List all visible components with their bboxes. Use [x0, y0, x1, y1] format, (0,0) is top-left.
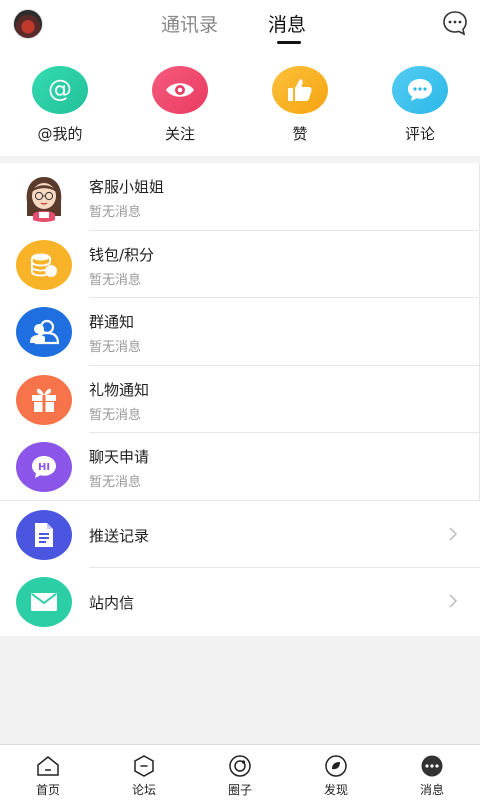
chevron-right-icon	[449, 594, 458, 608]
list-item-subtitle: 暂无消息	[89, 475, 142, 490]
thumbs-up-icon	[272, 66, 328, 114]
top-bar: 通讯录 消息	[0, 0, 480, 48]
list-item-title: 推送记录	[89, 526, 150, 545]
messages-icon	[421, 755, 443, 777]
quick-action-comments[interactable]: 评论	[380, 66, 460, 144]
nav-label: 圈子	[227, 783, 252, 797]
at-icon: @	[32, 66, 88, 114]
forum-icon	[134, 755, 154, 777]
circle-icon	[229, 755, 251, 777]
bottom-nav: 首页 论坛 圈子 发现 消息	[0, 744, 480, 801]
list-item-subtitle: 暂无消息	[89, 340, 142, 355]
quick-action-label: 赞	[292, 125, 308, 143]
discover-icon	[325, 755, 347, 777]
eye-icon	[152, 66, 208, 114]
list-item-subtitle: 暂无消息	[89, 205, 142, 220]
tab-messages[interactable]: 消息	[268, 10, 306, 37]
coins-icon	[16, 239, 72, 290]
svg-text:HI: HI	[38, 462, 50, 473]
quick-action-mentions[interactable]: @ @我的	[20, 66, 100, 144]
active-tab-indicator	[277, 41, 301, 44]
customer-service-avatar	[16, 172, 72, 222]
list-item-group-notice[interactable]: 群通知 暂无消息	[0, 298, 480, 366]
svg-text:@: @	[48, 75, 72, 103]
list-item-title: 钱包/积分	[89, 245, 155, 264]
hi-chat-icon: HI	[16, 442, 72, 492]
list-item-chat-request[interactable]: HI 聊天申请 暂无消息	[0, 433, 480, 501]
quick-action-label: @我的	[37, 125, 83, 143]
list-item-gift-notice[interactable]: 礼物通知 暂无消息	[0, 366, 480, 433]
group-icon	[16, 307, 72, 357]
chat-bubble-icon[interactable]	[442, 10, 468, 36]
user-avatar[interactable]	[13, 9, 43, 39]
nav-label: 论坛	[131, 783, 156, 797]
list-item-push-records[interactable]: 推送记录	[0, 501, 480, 568]
list-item-title: 礼物通知	[89, 380, 150, 399]
tab-contacts[interactable]: 通讯录	[161, 10, 218, 37]
nav-home[interactable]: 首页	[0, 745, 96, 801]
list-item-subtitle: 暂无消息	[89, 272, 142, 288]
quick-action-likes[interactable]: 赞	[260, 66, 340, 144]
list-item-wallet[interactable]: 钱包/积分 暂无消息	[0, 231, 480, 298]
chevron-right-icon	[449, 526, 458, 541]
comment-icon	[392, 66, 448, 114]
nav-discover[interactable]: 发现	[288, 745, 384, 801]
nav-circle[interactable]: 圈子	[192, 745, 288, 801]
nav-label: 发现	[323, 783, 348, 797]
nav-forum[interactable]: 论坛	[96, 745, 192, 801]
list-item-subtitle: 暂无消息	[89, 407, 142, 423]
quick-action-label: 关注	[164, 125, 195, 143]
list-item-title: 群通知	[89, 313, 135, 331]
gift-icon	[16, 374, 72, 425]
list-item-customer-service[interactable]: 客服小姐姐 暂无消息	[0, 163, 480, 231]
home-icon	[37, 756, 59, 776]
list-item-title: 客服小姐姐	[89, 178, 165, 196]
list-item-inbox[interactable]: 站内信	[0, 568, 480, 636]
nav-label: 首页	[35, 783, 60, 797]
nav-messages[interactable]: 消息	[384, 745, 480, 801]
quick-actions: @ @我的 关注 赞 评论	[0, 48, 480, 156]
quick-action-follow[interactable]: 关注	[140, 66, 220, 144]
list-item-title: 聊天申请	[89, 448, 150, 466]
message-list: 客服小姐姐 暂无消息 钱包/积分 暂无消息 群通知 暂无消息 礼物通知 暂无消息…	[0, 163, 480, 636]
list-item-title: 站内信	[89, 594, 135, 612]
document-icon	[16, 509, 72, 560]
nav-label: 消息	[419, 783, 444, 797]
mail-icon	[16, 577, 72, 627]
quick-action-label: 评论	[404, 125, 435, 143]
